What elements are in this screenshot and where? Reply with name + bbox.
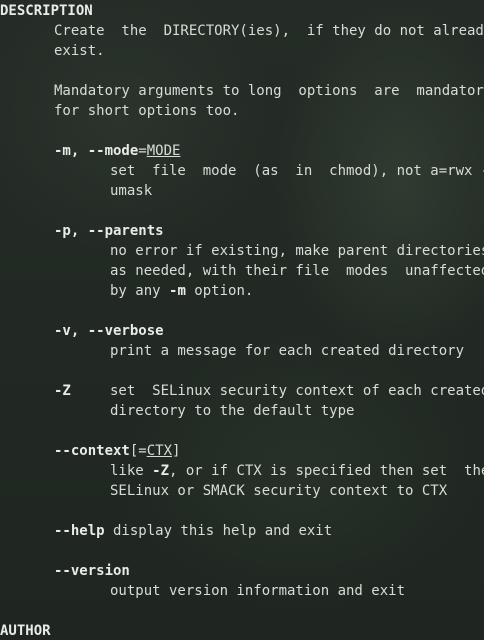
mandatory-line-2: for short options too. (54, 103, 240, 119)
option-verbose-flag: -v, --verbose (54, 323, 164, 339)
option-parents-desc-2: as needed, with their file modes unaffec… (110, 263, 484, 279)
option-context-arg: CTX (146, 443, 173, 459)
option-mode-flag: -m, --mode (54, 143, 139, 159)
context-desc-1-post: , or if CTX is specified then set the (169, 463, 484, 479)
section-heading-author: AUTHOR (0, 623, 51, 639)
option-mode-desc-2: umask (110, 183, 153, 199)
context-desc-1-pre: like (110, 463, 153, 479)
option-help-flag: --help (54, 523, 105, 539)
option-help: --help display this help and exit (54, 521, 332, 541)
parents-desc-3-post: option. (185, 283, 254, 299)
option-parents-desc-3: by any -m option. (110, 281, 253, 301)
option-verbose-desc-1: print a message for each created directo… (110, 343, 465, 359)
terminal-window[interactable]: DESCRIPTION Create the DIRECTORY(ies), i… (0, 0, 484, 640)
option-context-open: [= (129, 443, 147, 459)
option-mode-desc-1: set file mode (as in chmod), not a=rwx - (110, 163, 484, 179)
option-help-desc: display this help and exit (104, 523, 333, 539)
option-version-desc-1: output version information and exit (110, 583, 406, 599)
option-parents-desc-1: no error if existing, make parent direct… (110, 243, 484, 259)
option-context: --context[=CTX] (54, 441, 180, 461)
option-version-flag: --version (54, 563, 130, 579)
option-context-desc-2: SELinux or SMACK security context to CTX (110, 483, 448, 499)
context-desc-1-flag: -Z (152, 463, 170, 479)
option-context-close: ] (172, 443, 181, 459)
option-selinux-flag: -Z (54, 383, 71, 399)
option-selinux-desc-1: set SELinux security context of each cre… (110, 383, 484, 399)
option-mode-eq: = (138, 143, 147, 159)
mandatory-line-1: Mandatory arguments to long options are … (54, 83, 484, 99)
option-mode-arg: MODE (146, 143, 181, 159)
section-heading-description: DESCRIPTION (0, 3, 93, 19)
option-parents-flag: -p, --parents (54, 223, 164, 239)
option-context-desc-1: like -Z, or if CTX is specified then set… (110, 461, 484, 481)
option-selinux-desc-2: directory to the default type (110, 403, 355, 419)
intro-line-2: exist. (54, 43, 105, 59)
intro-line-1: Create the DIRECTORY(ies), if they do no… (54, 23, 484, 39)
parents-desc-3-pre: by any (110, 283, 170, 299)
option-mode: -m, --mode=MODE (54, 141, 180, 161)
parents-desc-3-flag: -m (169, 283, 186, 299)
option-context-flag: --context (54, 443, 130, 459)
